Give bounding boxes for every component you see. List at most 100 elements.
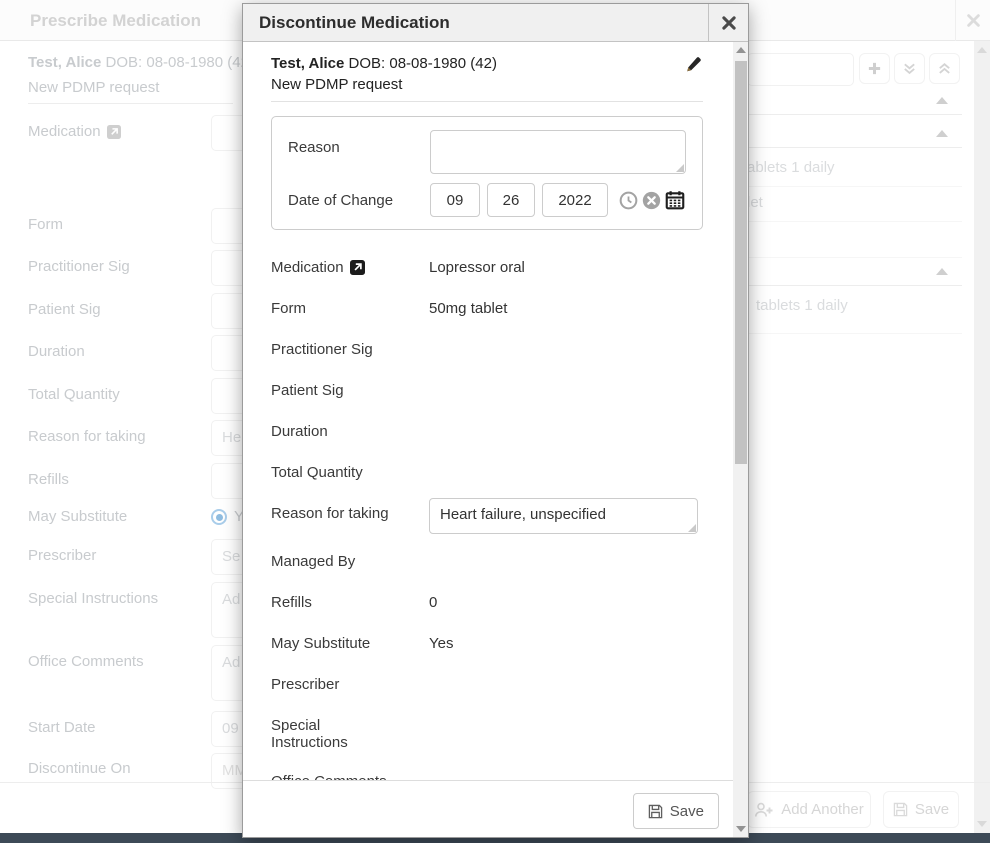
bg-sig-snippet: tablets 1 daily	[756, 297, 848, 314]
field-label: Refills	[271, 594, 429, 611]
bg-patient-line: Test, Alice DOB: 08-08-1980 (42	[28, 54, 249, 71]
resize-grip-icon[interactable]	[676, 164, 684, 172]
bg-field-label: Start Date	[28, 719, 96, 736]
bg-pdmp-note: New PDMP request	[28, 79, 159, 96]
scroll-up-icon	[977, 47, 987, 53]
dialog-header[interactable]: Discontinue Medication	[243, 4, 748, 42]
external-link-icon[interactable]	[350, 260, 365, 275]
divider	[747, 114, 962, 115]
field-label: Duration	[271, 423, 429, 440]
collapse-all-button	[929, 53, 960, 84]
field-label: May Substitute	[271, 635, 429, 652]
edit-patient-button[interactable]	[685, 56, 703, 74]
scroll-up-icon[interactable]	[736, 47, 746, 53]
patient-summary: Test, Alice DOB: 08-08-1980 (42) New PDM…	[271, 42, 703, 102]
discontinue-medication-dialog: Discontinue Medication Test, Alice DOB: …	[242, 3, 749, 838]
time-button[interactable]	[619, 191, 638, 210]
field-row-reason-for-taking: Reason for taking Heart failure, unspeci…	[271, 495, 703, 543]
add-button	[859, 53, 890, 84]
field-row-duration: Duration	[271, 413, 703, 454]
bg-field-label: Reason for taking	[28, 428, 146, 445]
bg-close-button	[955, 0, 990, 41]
dialog-scroll-content: Test, Alice DOB: 08-08-1980 (42) New PDM…	[243, 42, 733, 780]
scrollbar-thumb[interactable]	[735, 61, 747, 464]
bg-medication-search-input	[747, 53, 854, 86]
dialog-title: Discontinue Medication	[259, 13, 450, 33]
close-icon	[722, 16, 736, 30]
chevrons-down-icon	[902, 61, 917, 76]
field-row-managed-by: Managed By	[271, 543, 703, 584]
reason-label: Reason	[288, 130, 430, 174]
field-label: Medication	[271, 259, 344, 276]
field-label: Form	[271, 300, 429, 317]
bg-patient-dob: DOB: 08-08-1980 (42	[106, 54, 249, 71]
bg-field-label: Form	[28, 216, 63, 233]
save-icon	[893, 802, 908, 817]
field-row-prescriber: Prescriber	[271, 666, 703, 707]
dialog-close-button[interactable]	[708, 4, 748, 42]
field-value: 50mg tablet	[429, 300, 507, 317]
collapse-caret-icon	[936, 97, 948, 104]
clear-date-button[interactable]	[642, 191, 661, 210]
divider	[747, 285, 962, 286]
field-row-refills: Refills 0	[271, 584, 703, 625]
x-circle-icon	[642, 191, 661, 210]
person-add-icon	[754, 802, 774, 818]
calendar-button[interactable]	[665, 190, 685, 210]
clock-icon	[619, 191, 638, 210]
bg-form-snippet: let	[747, 194, 763, 211]
reason-for-taking-textarea[interactable]: Heart failure, unspecified	[429, 498, 698, 534]
divider	[747, 147, 962, 148]
field-label: Practitioner Sig	[271, 341, 429, 358]
field-row-form: Form 50mg tablet	[271, 290, 703, 331]
bg-sig-snippet: ablets 1 daily	[747, 159, 835, 176]
close-icon	[967, 14, 980, 27]
collapse-caret-icon	[936, 130, 948, 137]
field-label: Office Comments	[271, 773, 429, 780]
plus-icon	[867, 61, 882, 76]
save-button[interactable]: Save	[633, 793, 719, 829]
bg-field-label: Discontinue On	[28, 760, 131, 777]
bg-field-label: Patient Sig	[28, 301, 101, 318]
bg-field-label: Total Quantity	[28, 386, 120, 403]
field-value: Lopressor oral	[429, 259, 525, 276]
divider	[747, 186, 962, 187]
field-row-may-substitute: May Substitute Yes	[271, 625, 703, 666]
pencil-icon	[685, 56, 702, 73]
bg-window-title: Prescribe Medication	[30, 11, 201, 31]
reason-textarea[interactable]	[430, 130, 686, 174]
bg-field-label: Office Comments	[28, 653, 144, 670]
bg-field-label: May Substitute	[28, 508, 127, 525]
chevrons-up-icon	[937, 61, 952, 76]
add-another-button: Add Another	[747, 791, 871, 828]
divider	[28, 103, 233, 104]
field-label: Patient Sig	[271, 382, 429, 399]
medication-detail-rows: Medication Lopressor oral Form 50mg tabl…	[271, 249, 703, 780]
discontinue-reason-panel: Reason Date of Change 09 26 2022	[271, 116, 703, 230]
dialog-footer: Save	[243, 780, 733, 837]
field-label: Reason for taking	[271, 505, 429, 522]
bg-field-label: Refills	[28, 471, 69, 488]
field-label: Special Instructions	[271, 717, 361, 751]
scroll-down-icon[interactable]	[736, 826, 746, 832]
date-year-input[interactable]: 2022	[542, 183, 608, 217]
calendar-icon	[665, 190, 685, 210]
field-value: 0	[429, 594, 437, 611]
external-link-icon	[107, 125, 121, 139]
resize-grip-icon[interactable]	[688, 524, 696, 532]
bg-field-label: Prescriber	[28, 547, 96, 564]
save-icon	[648, 804, 663, 819]
date-month-input[interactable]: 09	[430, 183, 480, 217]
divider	[747, 333, 962, 334]
field-row-special-instructions: Special Instructions	[271, 707, 703, 763]
field-row-patient-sig: Patient Sig	[271, 372, 703, 413]
divider	[747, 221, 962, 222]
bg-field-label: Special Instructions	[28, 590, 158, 607]
bg-field-label: Duration	[28, 343, 85, 360]
scroll-down-icon	[977, 821, 987, 827]
date-of-change-label: Date of Change	[288, 192, 430, 209]
expand-all-button	[894, 53, 925, 84]
bg-field-label: Practitioner Sig	[28, 258, 130, 275]
dialog-scrollbar[interactable]	[733, 42, 748, 837]
date-day-input[interactable]: 26	[487, 183, 535, 217]
